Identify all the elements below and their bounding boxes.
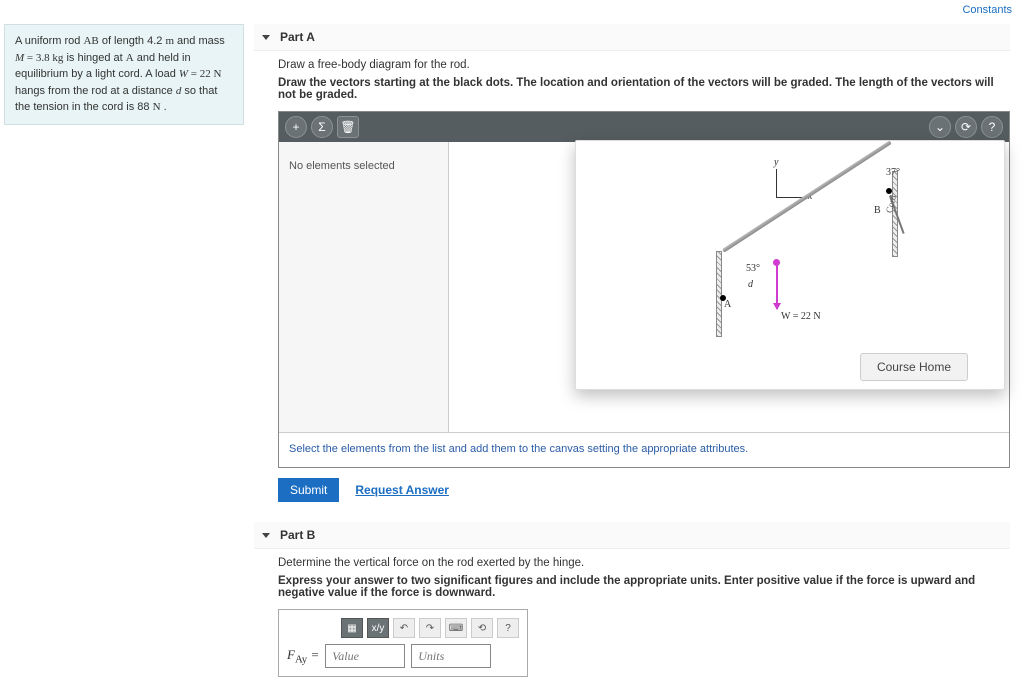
answer-panel: ▦ x/y ↶ ↷ ⌨ ⟲ ? FAy = bbox=[278, 609, 528, 677]
redo-button[interactable]: ↷ bbox=[419, 618, 441, 638]
angle-53: 53° bbox=[746, 263, 760, 274]
label-a: A bbox=[724, 299, 731, 310]
sidebar-message: No elements selected bbox=[289, 160, 395, 172]
sum-button[interactable]: Σ bbox=[311, 116, 333, 138]
constants-link[interactable]: Constants bbox=[962, 4, 1012, 16]
point-b-dot[interactable] bbox=[886, 188, 892, 194]
request-answer-link[interactable]: Request Answer bbox=[355, 483, 449, 497]
template-button[interactable]: ▦ bbox=[341, 618, 363, 638]
canvas-sidebar: No elements selected bbox=[279, 142, 449, 432]
left-wall bbox=[716, 251, 722, 337]
dropdown-button[interactable]: ⌄ bbox=[929, 116, 951, 138]
part-b-instruction-2: Express your answer to two significant f… bbox=[278, 575, 1010, 599]
submit-button[interactable]: Submit bbox=[278, 478, 339, 502]
canvas-drawing-area[interactable]: y x Cord 53 bbox=[449, 142, 1009, 432]
units-input[interactable] bbox=[411, 644, 491, 668]
diagram-popup: y x Cord 53 bbox=[575, 140, 1005, 390]
part-a-header[interactable]: Part A bbox=[254, 24, 1010, 51]
undo-button[interactable]: ↶ bbox=[393, 618, 415, 638]
part-a-title: Part A bbox=[280, 30, 315, 44]
part-a-instruction-1: Draw a free-body diagram for the rod. bbox=[278, 59, 1010, 71]
reset-answer-button[interactable]: ⟲ bbox=[471, 618, 493, 638]
weight-label: W = 22 N bbox=[781, 311, 821, 322]
canvas-footer-hint: Select the elements from the list and ad… bbox=[279, 432, 1009, 467]
part-a-instruction-2: Draw the vectors starting at the black d… bbox=[278, 77, 1010, 101]
problem-statement: A uniform rod AB of length 4.2 m and mas… bbox=[4, 24, 244, 125]
answer-toolbar: ▦ x/y ↶ ↷ ⌨ ⟲ ? bbox=[341, 618, 519, 638]
part-b-header[interactable]: Part B bbox=[254, 522, 1010, 549]
label-b: B bbox=[874, 205, 881, 216]
add-vector-button[interactable]: + bbox=[285, 116, 307, 138]
answer-help-button[interactable]: ? bbox=[497, 618, 519, 638]
chevron-down-icon bbox=[262, 35, 270, 40]
part-b-title: Part B bbox=[280, 528, 315, 542]
fraction-button[interactable]: x/y bbox=[367, 618, 389, 638]
course-home-button[interactable]: Course Home bbox=[860, 353, 968, 381]
label-d: d bbox=[748, 279, 753, 290]
chevron-down-icon bbox=[262, 533, 270, 538]
vector-canvas-panel: + Σ 🗑 ⌄ ⟳ ? No elements selected bbox=[278, 111, 1010, 468]
reset-button[interactable]: ⟳ bbox=[955, 116, 977, 138]
part-b-instruction-1: Determine the vertical force on the rod … bbox=[278, 557, 1010, 569]
help-button[interactable]: ? bbox=[981, 116, 1003, 138]
weight-vector-icon[interactable] bbox=[776, 263, 778, 309]
answer-variable-label: FAy = bbox=[287, 647, 319, 666]
value-input[interactable] bbox=[325, 644, 405, 668]
rod-ab bbox=[722, 140, 892, 252]
keyboard-button[interactable]: ⌨ bbox=[445, 618, 467, 638]
canvas-toolbar: + Σ 🗑 ⌄ ⟳ ? bbox=[279, 112, 1009, 142]
angle-37: 37° bbox=[886, 167, 900, 178]
delete-button[interactable]: 🗑 bbox=[337, 116, 359, 138]
